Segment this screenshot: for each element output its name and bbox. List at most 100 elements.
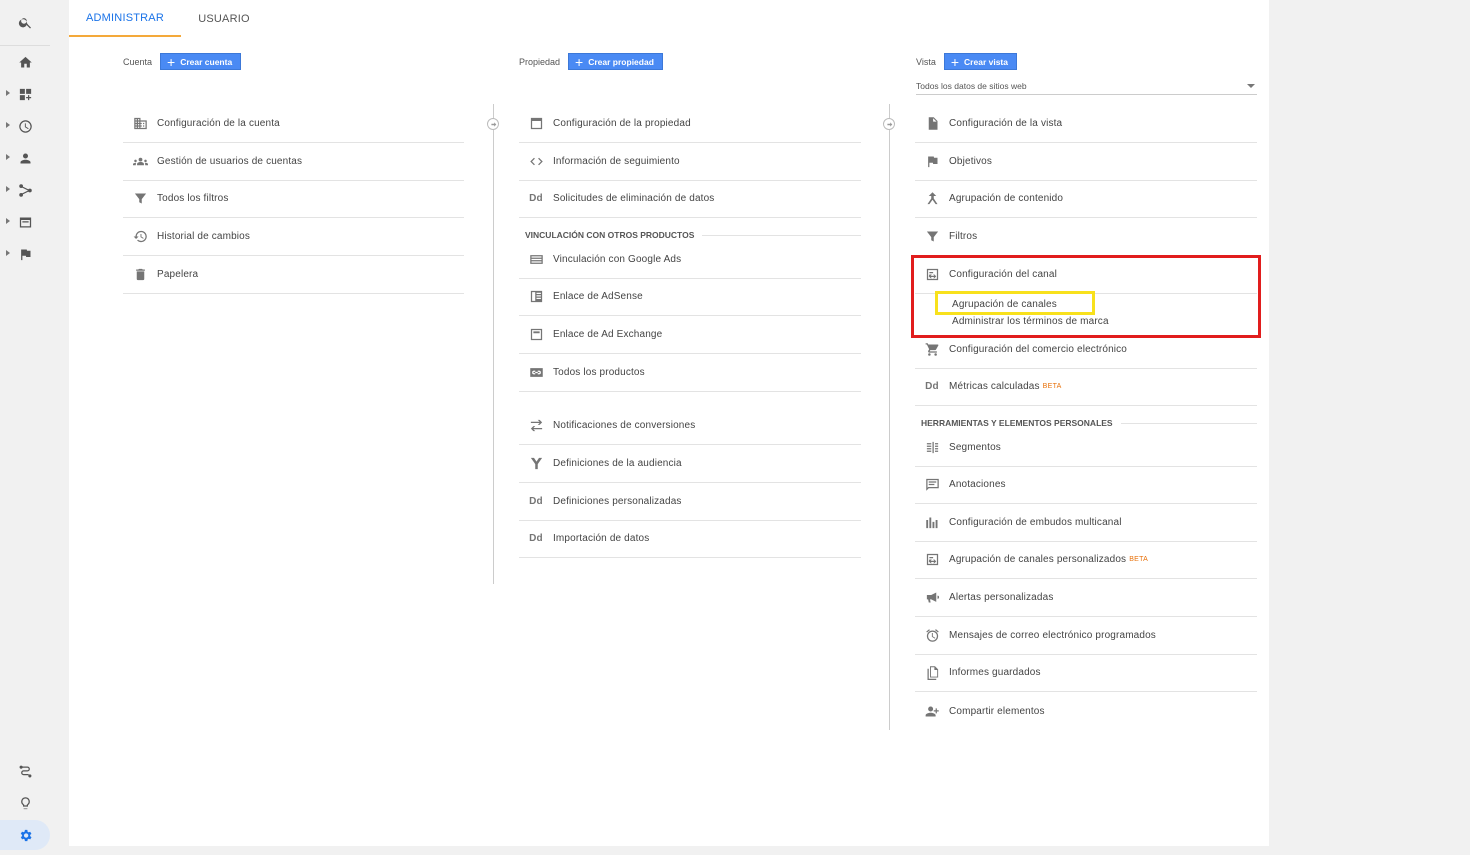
acquisition-icon xyxy=(18,183,32,197)
custom-definitions-item[interactable]: Dd Definiciones personalizadas xyxy=(519,483,861,521)
item-label: Todos los productos xyxy=(553,367,645,378)
share-assets-item[interactable]: Compartir elementos xyxy=(915,692,1257,730)
conversion-notifications-item[interactable]: Notificaciones de conversiones xyxy=(519,407,861,445)
annotations-item[interactable]: Anotaciones xyxy=(915,466,1257,504)
data-deletion-item[interactable]: Dd Solicitudes de eliminación de datos xyxy=(519,180,861,218)
dd-icon: Dd xyxy=(915,381,949,392)
google-ads-link-item[interactable]: Vinculación con Google Ads xyxy=(519,241,861,279)
column-divider xyxy=(493,104,494,584)
acquisition-button[interactable] xyxy=(0,175,50,205)
bar-chart-icon xyxy=(915,515,949,530)
comment-icon xyxy=(915,477,949,492)
goals-item[interactable]: Objetivos xyxy=(915,143,1257,181)
property-header: Propiedad + Crear propiedad xyxy=(519,53,663,70)
plus-icon: + xyxy=(950,53,960,70)
custom-channel-grouping-item[interactable]: Agrupación de canales personalizados BETA xyxy=(915,541,1257,579)
item-label: Filtros xyxy=(949,231,978,242)
item-label: Historial de cambios xyxy=(157,231,251,242)
attribution-icon xyxy=(19,765,31,777)
discover-button[interactable] xyxy=(0,788,50,818)
personal-tools-heading: HERRAMIENTAS Y ELEMENTOS PERSONALES xyxy=(921,418,1257,428)
property-settings-item[interactable]: Configuración de la propiedad xyxy=(519,105,861,143)
view-settings-item[interactable]: Configuración de la vista xyxy=(915,105,1257,143)
lightbulb-icon xyxy=(20,796,30,809)
item-label: Papelera xyxy=(157,269,199,280)
item-label: Configuración de la vista xyxy=(949,118,1063,129)
all-filters-item[interactable]: Todos los filtros xyxy=(123,180,464,218)
item-label: Solicitudes de eliminación de datos xyxy=(553,193,715,204)
all-products-item[interactable]: Todos los productos xyxy=(519,354,861,392)
item-label: Definiciones de la audiencia xyxy=(553,458,682,469)
create-property-button[interactable]: + Crear propiedad xyxy=(568,53,663,70)
adsense-icon xyxy=(519,289,553,304)
attribution-button[interactable] xyxy=(0,756,50,786)
building-icon xyxy=(123,116,157,131)
caret-right-icon xyxy=(6,90,10,96)
conversions-button[interactable] xyxy=(0,239,50,269)
behavior-button[interactable] xyxy=(0,207,50,237)
dd-icon-label: Dd xyxy=(529,496,543,507)
admin-button[interactable] xyxy=(0,820,50,850)
adsense-link-item[interactable]: Enlace de AdSense xyxy=(519,278,861,316)
section-title: HERRAMIENTAS Y ELEMENTOS PERSONALES xyxy=(921,418,1113,428)
channel-icon xyxy=(915,267,949,282)
calculated-metrics-item[interactable]: Dd Métricas calculadas BETA xyxy=(915,368,1257,406)
saved-reports-icon xyxy=(915,665,949,680)
flag-icon xyxy=(915,154,949,169)
item-label: Segmentos xyxy=(949,442,1001,453)
channel-grouping-link[interactable]: Agrupación de canales xyxy=(952,299,1057,310)
section-title: VINCULACIÓN CON OTROS PRODUCTOS xyxy=(525,230,695,240)
brand-terms-link[interactable]: Administrar los términos de marca xyxy=(952,316,1109,327)
custom-alerts-item[interactable]: Alertas personalizadas xyxy=(915,579,1257,617)
item-label: Enlace de Ad Exchange xyxy=(553,329,663,340)
item-label: Agrupación de canales personalizados xyxy=(949,554,1127,565)
item-label: Configuración de la cuenta xyxy=(157,118,280,129)
scheduled-emails-item[interactable]: Mensajes de correo electrónico programad… xyxy=(915,617,1257,655)
filters-item[interactable]: Filtros xyxy=(915,218,1257,256)
item-label: Notificaciones de conversiones xyxy=(553,420,696,431)
saved-reports-item[interactable]: Informes guardados xyxy=(915,654,1257,692)
content-grouping-icon xyxy=(915,191,949,206)
person-icon xyxy=(20,153,30,163)
home-button[interactable] xyxy=(0,47,50,77)
create-view-button[interactable]: + Crear vista xyxy=(943,53,1017,70)
content-grouping-item[interactable]: Agrupación de contenido xyxy=(915,180,1257,218)
item-label: Anotaciones xyxy=(949,479,1006,490)
tab-usuario[interactable]: USUARIO xyxy=(181,0,267,37)
segments-item[interactable]: Segmentos xyxy=(915,429,1257,467)
product-linking-heading: VINCULACIÓN CON OTROS PRODUCTOS xyxy=(525,230,861,240)
tracking-info-item[interactable]: Información de seguimiento xyxy=(519,143,861,181)
account-settings-item[interactable]: Configuración de la cuenta xyxy=(123,105,464,143)
create-account-button[interactable]: + Crear cuenta xyxy=(160,53,242,70)
channel-settings-item[interactable]: Configuración del canal xyxy=(915,256,1257,294)
add-person-icon xyxy=(915,704,949,719)
item-label: Definiciones personalizadas xyxy=(553,496,682,507)
data-import-item[interactable]: Dd Importación de datos xyxy=(519,520,861,558)
account-users-item[interactable]: Gestión de usuarios de cuentas xyxy=(123,143,464,181)
customization-button[interactable] xyxy=(0,79,50,109)
trash-item[interactable]: Papelera xyxy=(123,256,464,294)
dropdown-arrow-icon xyxy=(1247,84,1255,88)
search-button[interactable] xyxy=(0,7,50,37)
dd-icon-label: Dd xyxy=(529,193,543,204)
view-selected-value: Todos los datos de sitios web xyxy=(916,81,1027,91)
create-view-label: Crear vista xyxy=(964,56,1008,67)
ecommerce-settings-item[interactable]: Configuración del comercio electrónico xyxy=(915,331,1257,369)
item-label: Enlace de AdSense xyxy=(553,291,643,302)
audience-button[interactable] xyxy=(0,143,50,173)
beta-badge: BETA xyxy=(1042,383,1062,390)
arrow-right-icon xyxy=(487,118,499,130)
code-icon xyxy=(519,154,553,169)
view-selector[interactable]: Todos los datos de sitios web xyxy=(916,78,1257,95)
realtime-button[interactable] xyxy=(0,111,50,141)
create-account-label: Crear cuenta xyxy=(180,56,233,67)
change-history-item[interactable]: Historial de cambios xyxy=(123,218,464,256)
item-label: Importación de datos xyxy=(553,533,650,544)
dd-icon-label: Dd xyxy=(925,381,939,392)
ad-exchange-link-item[interactable]: Enlace de Ad Exchange xyxy=(519,316,861,354)
multichannel-funnels-item[interactable]: Configuración de embudos multicanal xyxy=(915,504,1257,542)
gear-icon xyxy=(20,829,32,841)
tab-administrar[interactable]: ADMINISTRAR xyxy=(69,0,181,37)
filter-icon xyxy=(915,229,949,244)
audience-definitions-item[interactable]: Definiciones de la audiencia xyxy=(519,445,861,483)
